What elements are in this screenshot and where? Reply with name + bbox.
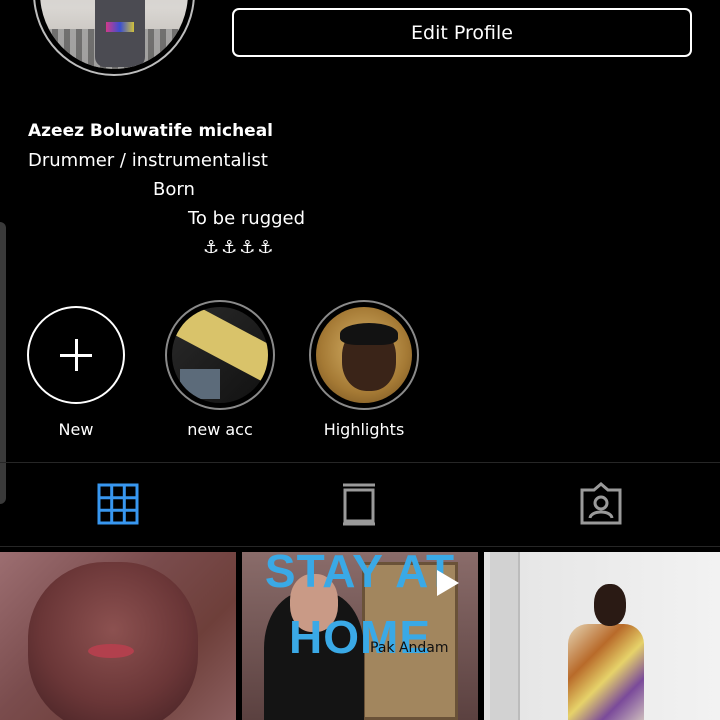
grid-icon	[97, 483, 139, 525]
bio-line-2: Born	[153, 179, 195, 200]
post-caption-text: Pak Andam	[370, 640, 449, 656]
profile-name: Azeez Boluwatife micheal	[28, 121, 274, 141]
bio-line-1: Drummer / instrumentalist	[28, 150, 268, 171]
highlight-label: new acc	[187, 420, 253, 439]
profile-avatar[interactable]	[33, 0, 195, 76]
highlight-image	[172, 307, 268, 403]
post-thumbnail[interactable]: STAY AT HOME Pak Andam	[242, 552, 478, 720]
divider	[0, 546, 720, 547]
divider	[0, 462, 720, 463]
highlight-highlights[interactable]: Highlights	[309, 300, 419, 439]
tab-igtv[interactable]	[337, 482, 381, 526]
highlight-image	[316, 307, 412, 403]
plus-icon	[60, 339, 92, 371]
post-thumbnail[interactable]	[0, 552, 236, 720]
new-highlight-button[interactable]	[27, 306, 125, 404]
profile-bio: Azeez Boluwatife micheal Drummer / instr…	[28, 117, 305, 262]
bio-line-4: ⚓⚓⚓⚓	[203, 237, 276, 258]
highlight-new-acc[interactable]: new acc	[165, 300, 275, 439]
highlight-label: Highlights	[323, 420, 405, 439]
bio-line-3: To be rugged	[188, 208, 306, 229]
post-thumbnail[interactable]	[484, 552, 720, 720]
video-play-icon	[437, 570, 459, 596]
highlight-new[interactable]: New	[21, 300, 131, 439]
highlight-cover[interactable]	[309, 300, 419, 410]
highlight-cover[interactable]	[165, 300, 275, 410]
edit-profile-button[interactable]: Edit Profile	[232, 8, 692, 57]
tagged-icon	[580, 482, 622, 525]
highlight-label: New	[58, 420, 94, 439]
avatar-image	[40, 0, 188, 69]
tab-grid[interactable]	[96, 482, 140, 526]
tab-tagged[interactable]	[579, 482, 623, 526]
igtv-icon	[343, 483, 375, 526]
